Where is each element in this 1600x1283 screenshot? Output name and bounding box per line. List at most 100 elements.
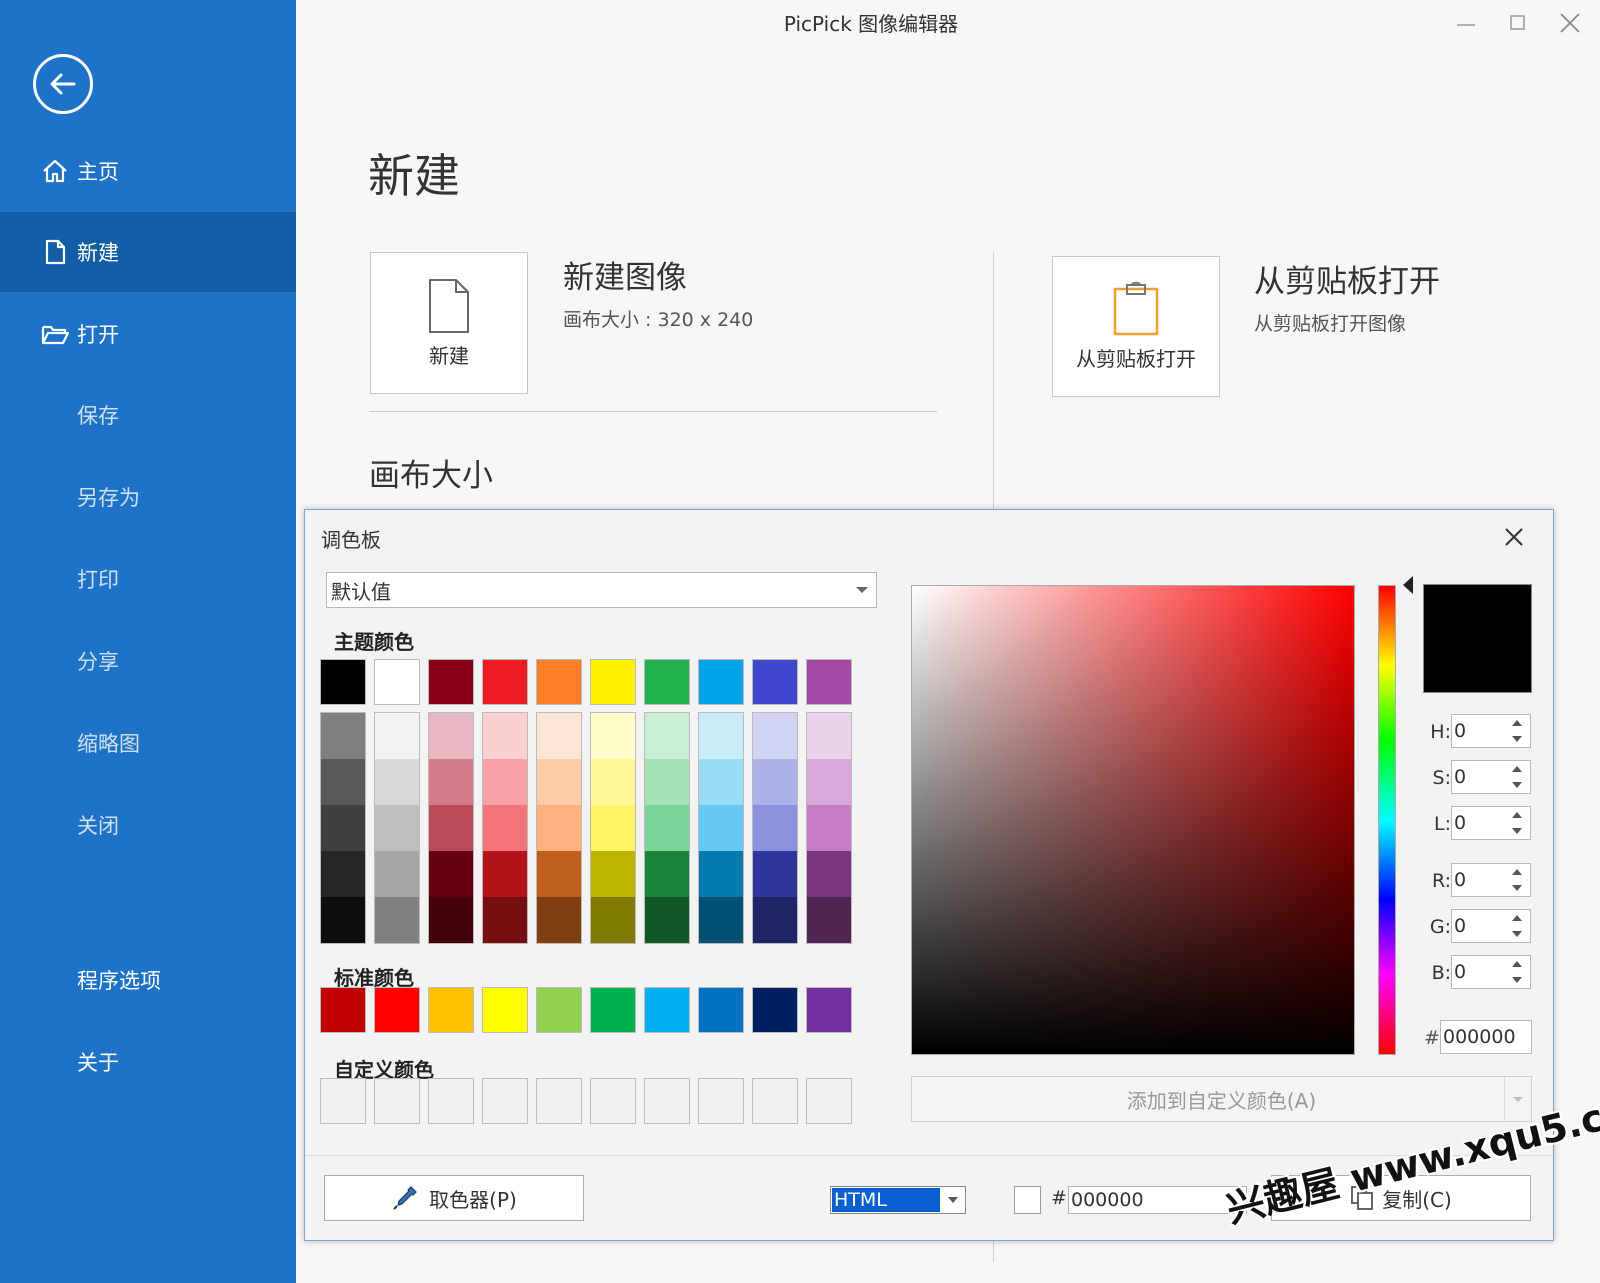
theme-color-swatch[interactable]: [590, 659, 636, 705]
theme-shade-swatch[interactable]: [699, 897, 743, 943]
theme-shade-swatch[interactable]: [537, 805, 581, 851]
theme-shade-swatch[interactable]: [807, 897, 851, 943]
theme-shade-swatch[interactable]: [699, 759, 743, 805]
custom-color-slot[interactable]: [536, 1078, 582, 1124]
custom-color-slot[interactable]: [590, 1078, 636, 1124]
standard-color-swatch[interactable]: [482, 987, 528, 1033]
standard-color-swatch[interactable]: [590, 987, 636, 1033]
sidebar-item-print[interactable]: 打印: [0, 539, 296, 619]
theme-shade-swatch[interactable]: [699, 851, 743, 897]
theme-shade-swatch[interactable]: [645, 713, 689, 759]
theme-shade-swatch[interactable]: [807, 851, 851, 897]
theme-shade-swatch[interactable]: [591, 805, 635, 851]
close-window-button[interactable]: [1552, 6, 1588, 40]
spin-up-icon[interactable]: [1512, 766, 1522, 772]
theme-shade-swatch[interactable]: [483, 851, 527, 897]
theme-shade-swatch[interactable]: [429, 759, 473, 805]
theme-shade-swatch[interactable]: [429, 805, 473, 851]
theme-shade-swatch[interactable]: [321, 713, 365, 759]
palette-preset-select[interactable]: 默认值: [326, 572, 877, 608]
s-input[interactable]: 0: [1451, 760, 1531, 794]
theme-shade-swatch[interactable]: [375, 805, 419, 851]
theme-shade-swatch[interactable]: [429, 713, 473, 759]
spin-down-icon[interactable]: [1512, 977, 1522, 983]
theme-shade-swatch[interactable]: [591, 713, 635, 759]
theme-shade-swatch[interactable]: [807, 805, 851, 851]
output-color-swatch[interactable]: [1014, 1186, 1041, 1214]
open-clipboard-tile[interactable]: 从剪贴板打开: [1052, 256, 1220, 397]
theme-color-swatch[interactable]: [428, 659, 474, 705]
theme-shade-swatch[interactable]: [429, 851, 473, 897]
color-format-select[interactable]: HTML: [830, 1186, 966, 1214]
theme-shade-swatch[interactable]: [645, 805, 689, 851]
theme-shade-swatch[interactable]: [753, 759, 797, 805]
theme-shade-swatch[interactable]: [321, 897, 365, 943]
chevron-down-icon[interactable]: [1513, 1097, 1523, 1102]
spin-down-icon[interactable]: [1512, 885, 1522, 891]
theme-shade-swatch[interactable]: [645, 897, 689, 943]
dialog-close-button[interactable]: [1497, 520, 1531, 554]
theme-shade-swatch[interactable]: [483, 713, 527, 759]
theme-color-swatch[interactable]: [698, 659, 744, 705]
hex-input[interactable]: 000000: [1440, 1020, 1532, 1054]
theme-shade-swatch[interactable]: [753, 851, 797, 897]
add-to-custom-colors-button[interactable]: 添加到自定义颜色(A): [911, 1076, 1532, 1122]
custom-color-slot[interactable]: [374, 1078, 420, 1124]
theme-shade-swatch[interactable]: [807, 713, 851, 759]
sidebar-item-save-as[interactable]: 另存为: [0, 457, 296, 537]
theme-color-swatch[interactable]: [644, 659, 690, 705]
theme-shade-swatch[interactable]: [807, 759, 851, 805]
theme-shade-swatch[interactable]: [753, 805, 797, 851]
theme-shade-swatch[interactable]: [753, 897, 797, 943]
theme-shade-swatch[interactable]: [753, 713, 797, 759]
theme-color-swatch[interactable]: [806, 659, 852, 705]
spin-up-icon[interactable]: [1512, 915, 1522, 921]
standard-color-swatch[interactable]: [698, 987, 744, 1033]
theme-color-swatch[interactable]: [320, 659, 366, 705]
custom-color-slot[interactable]: [428, 1078, 474, 1124]
spin-up-icon[interactable]: [1512, 812, 1522, 818]
sidebar-item-save[interactable]: 保存: [0, 375, 296, 455]
theme-shade-swatch[interactable]: [591, 897, 635, 943]
theme-color-swatch[interactable]: [752, 659, 798, 705]
b-input[interactable]: 0: [1451, 955, 1531, 989]
standard-color-swatch[interactable]: [374, 987, 420, 1033]
theme-color-swatch[interactable]: [536, 659, 582, 705]
minimize-button[interactable]: [1448, 6, 1484, 40]
back-button[interactable]: [33, 54, 93, 114]
spin-up-icon[interactable]: [1512, 869, 1522, 875]
custom-color-slot[interactable]: [698, 1078, 744, 1124]
sidebar-item-new[interactable]: 新建: [0, 212, 296, 292]
maximize-button[interactable]: [1500, 6, 1536, 40]
custom-color-slot[interactable]: [644, 1078, 690, 1124]
standard-color-swatch[interactable]: [320, 987, 366, 1033]
spin-up-icon[interactable]: [1512, 961, 1522, 967]
g-input[interactable]: 0: [1451, 909, 1531, 943]
theme-shade-swatch[interactable]: [483, 897, 527, 943]
theme-shade-swatch[interactable]: [537, 851, 581, 897]
standard-color-swatch[interactable]: [806, 987, 852, 1033]
spin-down-icon[interactable]: [1512, 931, 1522, 937]
standard-color-swatch[interactable]: [536, 987, 582, 1033]
standard-color-swatch[interactable]: [752, 987, 798, 1033]
theme-shade-swatch[interactable]: [645, 851, 689, 897]
theme-shade-swatch[interactable]: [321, 805, 365, 851]
theme-color-swatch[interactable]: [374, 659, 420, 705]
theme-shade-swatch[interactable]: [375, 713, 419, 759]
saturation-lightness-field[interactable]: [911, 585, 1355, 1055]
sidebar-item-about[interactable]: 关于: [0, 1022, 296, 1102]
sidebar-item-options[interactable]: 程序选项: [0, 940, 296, 1020]
theme-shade-swatch[interactable]: [483, 805, 527, 851]
custom-color-slot[interactable]: [320, 1078, 366, 1124]
theme-shade-swatch[interactable]: [375, 851, 419, 897]
r-input[interactable]: 0: [1451, 863, 1531, 897]
theme-shade-swatch[interactable]: [321, 851, 365, 897]
sidebar-item-close[interactable]: 关闭: [0, 785, 296, 865]
hue-slider-handle[interactable]: [1403, 576, 1413, 594]
theme-shade-swatch[interactable]: [591, 851, 635, 897]
sidebar-item-share[interactable]: 分享: [0, 621, 296, 701]
standard-color-swatch[interactable]: [644, 987, 690, 1033]
theme-shade-swatch[interactable]: [483, 759, 527, 805]
spin-down-icon[interactable]: [1512, 736, 1522, 742]
theme-shade-swatch[interactable]: [375, 897, 419, 943]
